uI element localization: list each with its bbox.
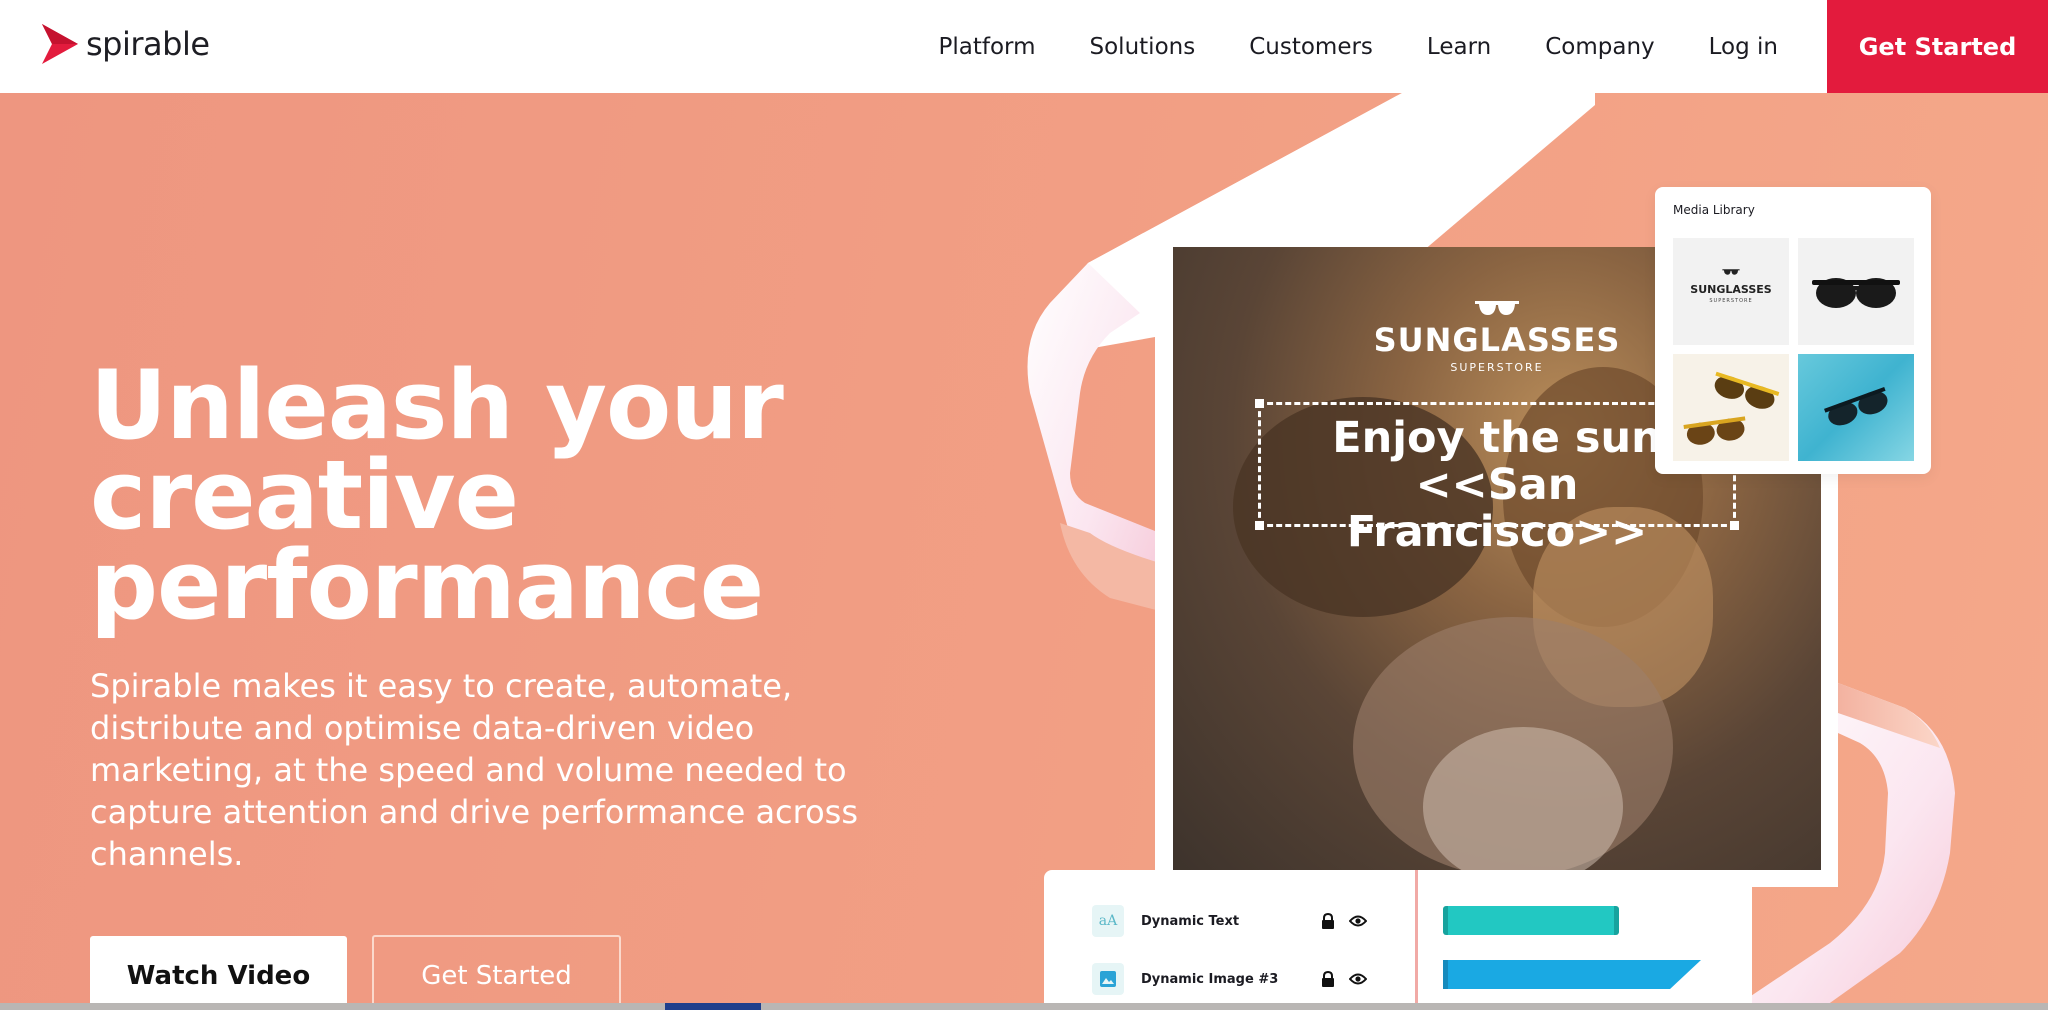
resize-handle[interactable] (1255, 399, 1264, 408)
tile-brand-name: SUNGLASSES (1690, 283, 1772, 296)
nav-log-in[interactable]: Log in (1709, 34, 1778, 60)
hero-get-started-button[interactable]: Get Started (372, 935, 621, 1010)
caption-line-2: <<San Francisco>> (1346, 460, 1648, 557)
eye-icon[interactable] (1349, 914, 1367, 928)
lock-icon[interactable] (1321, 913, 1335, 929)
timeline-playhead[interactable] (1415, 870, 1418, 1010)
lock-icon[interactable] (1321, 971, 1335, 987)
tile-brand-subtitle: SUPERSTORE (1709, 298, 1753, 304)
nav-solutions[interactable]: Solutions (1090, 34, 1196, 60)
sunglasses-image (1683, 371, 1780, 445)
spirable-logo[interactable]: spirable (40, 22, 210, 66)
watch-video-button[interactable]: Watch Video (90, 936, 347, 1010)
hero-description: Spirable makes it easy to create, automa… (90, 667, 859, 873)
media-library-card: Media Library SUNGLASSES SUPERSTORE (1655, 187, 1931, 474)
nav-learn[interactable]: Learn (1427, 34, 1491, 60)
sunglasses-image (1812, 278, 1900, 308)
spirable-logo-icon (42, 24, 78, 64)
nav-customers[interactable]: Customers (1249, 34, 1373, 60)
page-scroll-edge (0, 1003, 2048, 1010)
sunglasses-image (1824, 387, 1888, 426)
hero-title-line-3: performance (90, 531, 764, 641)
media-tile-sunglasses-yellow[interactable] (1673, 354, 1789, 461)
timeline-bar-dynamic-image[interactable] (1443, 960, 1701, 989)
page-scroll-accent (665, 1003, 761, 1010)
timeline-bar-dynamic-text[interactable] (1443, 906, 1619, 935)
image-icon (1092, 963, 1124, 995)
media-tile-sunglasses-pool[interactable] (1798, 354, 1914, 461)
nav-platform[interactable]: Platform (939, 34, 1036, 60)
main-nav: Platform Solutions Customers Learn Compa… (939, 0, 1778, 93)
layer-row-dynamic-image[interactable]: Dynamic Image #3 (1092, 963, 1367, 995)
text-icon: aA (1092, 905, 1124, 937)
media-library-title: Media Library (1673, 203, 1755, 217)
dynamic-layers-panel: aA Dynamic Text Dynamic Image #3 (1044, 870, 1752, 1010)
site-header: spirable Platform Solutions Customers Le… (0, 0, 2048, 93)
media-tile-sunglasses-black[interactable] (1798, 238, 1914, 345)
nav-company[interactable]: Company (1545, 34, 1654, 60)
hero-title: Unleash your creative performance (90, 359, 870, 634)
eye-icon[interactable] (1349, 972, 1367, 986)
media-tile-logo[interactable]: SUNGLASSES SUPERSTORE (1673, 238, 1789, 345)
sunglasses-icon (1722, 269, 1740, 275)
layer-label: Dynamic Image #3 (1141, 971, 1279, 987)
layer-row-dynamic-text[interactable]: aA Dynamic Text (1092, 905, 1367, 937)
logo-wordmark: spirable (86, 25, 210, 63)
layer-label: Dynamic Text (1141, 913, 1240, 929)
header-get-started-button[interactable]: Get Started (1827, 0, 2048, 93)
caption-line-1: Enjoy the sun (1332, 413, 1662, 463)
sunglasses-icon (1475, 301, 1519, 315)
